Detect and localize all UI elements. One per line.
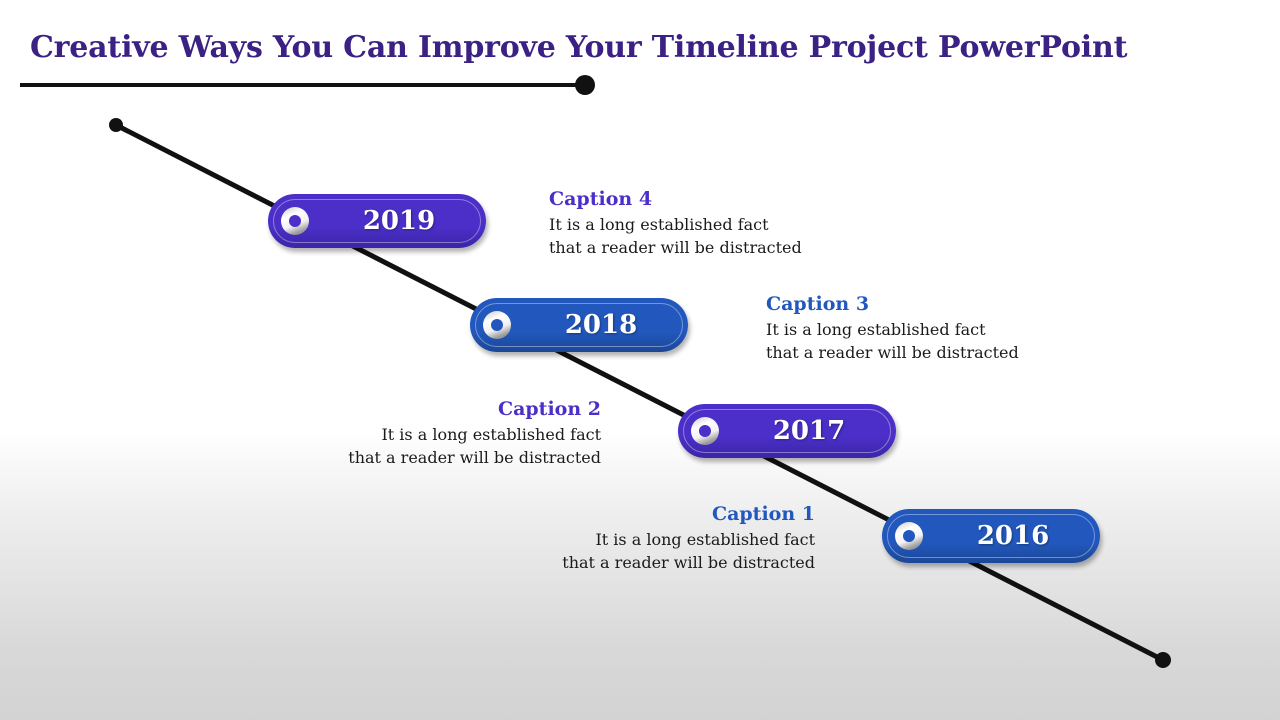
caption-heading: Caption 2 [497,398,601,420]
caption-body-line-1: It is a long established fact [595,530,815,549]
caption-body-line-2: that a reader will be distracted [549,238,802,257]
caption-3: Caption 3 It is a long established fact th… [766,292,1066,364]
milestone-pill-2016[interactable]: 2016 [882,509,1100,563]
caption-heading: Caption 4 [549,188,653,210]
caption-body-line-2: that a reader will be distracted [562,553,815,572]
caption-heading: Caption 3 [766,293,870,315]
donut-marker-icon [281,207,309,235]
milestone-pill-2019[interactable]: 2019 [268,194,486,248]
milestone-year-label: 2017 [772,416,846,446]
page-title: Creative Ways You Can Improve Your Timel… [30,30,1128,65]
caption-body-line-1: It is a long established fact [549,215,769,234]
milestone-year-label: 2019 [362,206,436,236]
caption-1: Caption 1 It is a long established fact th… [515,502,815,574]
title-underline-rule [20,83,582,87]
donut-marker-icon [691,417,719,445]
caption-body-line-1: It is a long established fact [766,320,986,339]
title-rule-knob-icon [575,75,595,95]
caption-body-line-2: that a reader will be distracted [766,343,1019,362]
donut-marker-icon [895,522,923,550]
caption-body-line-1: It is a long established fact [381,425,601,444]
caption-4: Caption 4 It is a long established fact th… [549,187,849,259]
milestone-pill-2018[interactable]: 2018 [470,298,688,352]
caption-heading: Caption 1 [711,503,815,525]
milestone-year-label: 2018 [564,310,638,340]
caption-body-line-2: that a reader will be distracted [348,448,601,467]
milestone-pill-2017[interactable]: 2017 [678,404,896,458]
donut-marker-icon [483,311,511,339]
caption-2: Caption 2 It is a long established fact th… [301,397,601,469]
timeline-diagonal-line [109,118,1171,668]
milestone-year-label: 2016 [976,521,1050,551]
slide-canvas: Creative Ways You Can Improve Your Timel… [0,0,1280,720]
